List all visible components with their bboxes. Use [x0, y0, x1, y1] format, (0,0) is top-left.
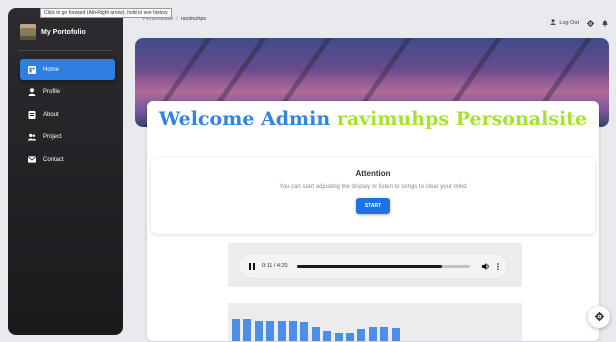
pause-icon[interactable]: [247, 262, 257, 270]
brand-name: My Portofolio: [41, 28, 86, 36]
sidebar-item-label: Profile: [43, 89, 61, 95]
sidebar-divider: [18, 50, 113, 51]
sidebar-item-label: About: [43, 111, 59, 118]
brand[interactable]: My Portofolio: [20, 24, 86, 40]
visualizer-bar: [266, 320, 275, 341]
attention-card: Attention You can start adjusting the di…: [151, 158, 595, 234]
sidebar-item-contact[interactable]: Contact: [20, 149, 115, 170]
mail-icon: [28, 156, 36, 164]
visualizer-bar: [346, 332, 354, 341]
user-icon: [28, 88, 36, 96]
attention-message: You can start adjusting the display or l…: [279, 184, 467, 190]
gear-icon: [594, 308, 604, 326]
seek-bar-progress: [296, 264, 443, 268]
user-icon: [550, 19, 557, 27]
sidebar-item-label: Contact: [43, 156, 64, 163]
main-card: Welcome Admin ravimuhps Personalsite Att…: [147, 101, 599, 341]
visualizer-bar: [300, 321, 309, 341]
volume-icon[interactable]: [482, 262, 490, 270]
settings-fab[interactable]: [588, 306, 610, 328]
visualizer-bar: [311, 326, 320, 341]
attention-title: Attention: [355, 169, 391, 178]
sidebar-item-home[interactable]: Home: [20, 59, 115, 80]
audio-visualizer: [228, 303, 522, 341]
welcome-heading: Welcome Admin ravimuhps Personalsite: [147, 108, 599, 130]
visualizer-bar: [289, 320, 297, 341]
sidebar-item-label: Home: [43, 66, 60, 73]
forward-tooltip: Click to go forward (Alt+Right arrow), h…: [40, 8, 172, 18]
visualizer-bar: [254, 320, 263, 341]
topbar-actions: Log Out: [550, 14, 608, 32]
gear-icon[interactable]: [587, 14, 594, 32]
audio-player: 0:11 / 4:20: [238, 253, 508, 279]
breadcrumb-separator: /: [176, 16, 178, 22]
visualizer-bar: [243, 319, 252, 341]
sidebar: My Portofolio Home Profile About Project: [8, 8, 123, 335]
audio-player-container: 0:11 / 4:20: [228, 243, 522, 287]
sidebar-item-label: Project: [43, 134, 62, 140]
document-icon: [28, 110, 36, 119]
bell-icon[interactable]: [602, 14, 608, 32]
sidebar-item-profile[interactable]: Profile: [20, 82, 115, 103]
visualizer-bar: [277, 320, 286, 341]
visualizer-bar: [232, 319, 240, 341]
sidebar-item-project[interactable]: Project: [20, 127, 115, 148]
sidebar-item-about[interactable]: About: [20, 104, 115, 125]
home-icon: [28, 65, 36, 74]
visualizer-bar: [380, 326, 389, 341]
visualizer-bar: [357, 329, 366, 341]
breadcrumb-current: ravimuhps: [180, 16, 207, 22]
seek-bar[interactable]: [296, 264, 470, 268]
start-button[interactable]: START: [355, 198, 391, 214]
visualizer-bar: [323, 331, 332, 341]
visualizer-bar: [334, 332, 343, 341]
visualizer-bar: [391, 327, 400, 341]
sidebar-nav: Home Profile About Project Contact: [20, 59, 115, 172]
welcome-prefix: Welcome Admin: [158, 108, 337, 130]
welcome-highlight: ravimuhps Personalsite: [336, 108, 588, 130]
users-icon: [28, 133, 36, 141]
logout-label: Log Out: [559, 20, 579, 26]
logout-button[interactable]: Log Out: [550, 19, 579, 27]
playback-time: 0:11 / 4:20: [262, 263, 288, 269]
brand-logo: [20, 24, 36, 40]
more-options-icon[interactable]: [497, 262, 499, 270]
visualizer-bar: [368, 326, 377, 341]
